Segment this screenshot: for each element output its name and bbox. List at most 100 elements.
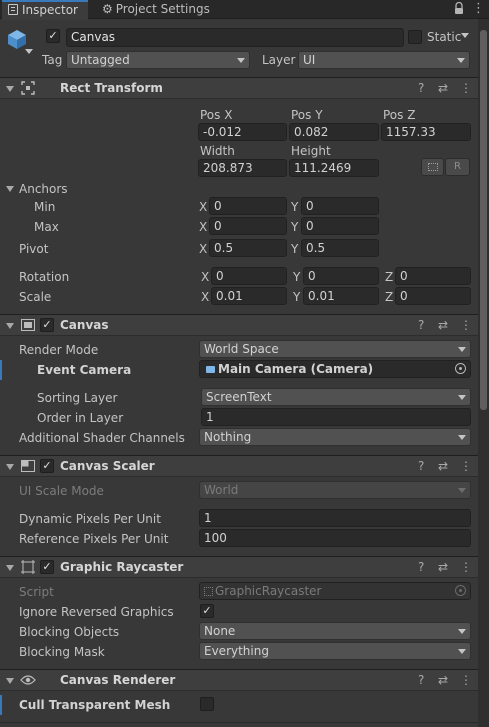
blocking-objects-dropdown[interactable]: None	[199, 622, 471, 640]
rotation-label: Rotation	[19, 270, 70, 284]
kebab-menu-icon[interactable]: ⋮	[460, 456, 472, 476]
fold-arrow-icon[interactable]	[6, 678, 14, 684]
y-label: Y	[293, 290, 301, 304]
cull-transparent-checkbox[interactable]	[200, 697, 214, 711]
help-icon[interactable]: ?	[418, 456, 424, 476]
eye-icon	[20, 674, 36, 686]
graphic-raycaster-enabled-checkbox[interactable]: ✓	[40, 560, 54, 574]
fold-arrow-icon[interactable]	[6, 565, 14, 571]
y-label: Y	[293, 270, 301, 284]
height-field[interactable]: 111.2469	[289, 159, 379, 177]
chevron-down-icon	[458, 395, 466, 400]
order-in-layer-field[interactable]: 1	[201, 408, 471, 426]
preset-sliders-icon[interactable]: ⇄	[438, 315, 448, 335]
shader-channels-label: Additional Shader Channels	[19, 431, 185, 445]
shader-channels-dropdown[interactable]: Nothing	[199, 428, 471, 446]
help-icon[interactable]: ?	[418, 315, 424, 335]
object-name-field[interactable]: Canvas	[66, 28, 404, 47]
anchors-fold-icon[interactable]	[6, 186, 14, 192]
preset-sliders-icon[interactable]: ⇄	[438, 456, 448, 476]
camera-icon	[206, 366, 215, 373]
raw-edit-label: R	[454, 161, 461, 172]
help-icon[interactable]: ?	[418, 670, 424, 690]
static-checkbox[interactable]	[408, 30, 422, 44]
tag-dropdown[interactable]: Untagged	[66, 51, 250, 69]
preset-sliders-icon[interactable]: ⇄	[438, 78, 448, 98]
kebab-menu-icon[interactable]: ⋮	[460, 315, 472, 335]
rotation-z-field[interactable]: 0	[395, 267, 471, 285]
layer-label: Layer	[262, 53, 296, 67]
kebab-menu-icon[interactable]: ⋮	[460, 557, 472, 577]
scale-x-field[interactable]: 0.01	[211, 287, 287, 305]
event-camera-value: Main Camera (Camera)	[218, 362, 374, 376]
pos-z-field[interactable]: 1157.33	[381, 123, 471, 141]
sorting-layer-dropdown[interactable]: ScreenText	[201, 388, 471, 406]
kebab-menu-icon[interactable]: ⋮	[460, 670, 472, 690]
render-mode-value: World Space	[204, 342, 279, 356]
scrollbar-thumb[interactable]	[480, 30, 487, 410]
scale-z-field[interactable]: 0	[395, 287, 471, 305]
script-field: GraphicRaycaster	[199, 582, 471, 600]
rotation-x-field[interactable]: 0	[211, 267, 287, 285]
help-icon[interactable]: ?	[418, 557, 424, 577]
shader-channels-value: Nothing	[204, 430, 252, 444]
preset-sliders-icon[interactable]: ⇄	[438, 557, 448, 577]
graphic-raycaster-title: Graphic Raycaster	[60, 560, 184, 574]
anchor-min-y-field[interactable]: 0	[301, 197, 379, 215]
chevron-down-icon	[457, 58, 465, 63]
canvas-component-icon	[21, 319, 35, 331]
scale-label: Scale	[19, 290, 52, 304]
pos-y-field[interactable]: 0.082	[289, 123, 379, 141]
anchor-max-label: Max	[34, 220, 59, 234]
reference-pixels-field[interactable]: 100	[199, 529, 471, 547]
rotation-y-field[interactable]: 0	[303, 267, 379, 285]
pivot-y-field[interactable]: 0.5	[301, 239, 379, 257]
pos-x-label: Pos X	[200, 108, 233, 122]
fold-arrow-icon[interactable]	[6, 86, 14, 92]
ignore-reversed-label: Ignore Reversed Graphics	[19, 605, 174, 619]
active-toggle[interactable]: ✓	[46, 29, 60, 43]
anchor-max-x-field[interactable]: 0	[209, 217, 287, 235]
lock-icon[interactable]	[453, 1, 465, 17]
chevron-down-icon	[458, 649, 466, 654]
x-label: X	[199, 220, 208, 234]
kebab-menu-icon[interactable]: ⋮	[472, 1, 485, 17]
blueprint-mode-button[interactable]	[421, 158, 444, 176]
tab-inspector[interactable]: Inspector	[2, 0, 88, 20]
help-icon[interactable]: ?	[418, 78, 424, 98]
blocking-mask-dropdown[interactable]: Everything	[199, 642, 471, 660]
object-picker-icon[interactable]	[455, 363, 466, 374]
event-camera-field[interactable]: Main Camera (Camera)	[199, 360, 471, 378]
static-dropdown-caret-icon[interactable]	[461, 33, 469, 38]
canvas-scaler-header[interactable]: ✓ Canvas Scaler ? ⇄ ⋮	[0, 455, 489, 477]
dynamic-pixels-field[interactable]: 1	[199, 509, 471, 527]
raw-edit-button[interactable]: R	[445, 158, 470, 176]
gear-icon: ⚙	[102, 2, 113, 16]
anchors-label[interactable]: Anchors	[19, 181, 68, 197]
canvas-scaler-enabled-checkbox[interactable]: ✓	[40, 459, 54, 473]
chevron-down-icon	[237, 58, 245, 63]
icon-dropdown-caret-icon[interactable]	[25, 49, 33, 54]
kebab-menu-icon[interactable]: ⋮	[460, 78, 472, 98]
width-field[interactable]: 208.873	[198, 159, 287, 177]
ui-scale-mode-dropdown: World	[199, 481, 471, 499]
preset-sliders-icon[interactable]: ⇄	[438, 670, 448, 690]
fold-arrow-icon[interactable]	[6, 323, 14, 329]
canvas-enabled-checkbox[interactable]: ✓	[40, 318, 54, 332]
anchor-min-x-field[interactable]: 0	[209, 197, 287, 215]
pos-x-field[interactable]: -0.012	[198, 123, 287, 141]
canvas-renderer-header[interactable]: Canvas Renderer ? ⇄ ⋮	[0, 669, 489, 691]
canvas-renderer-title: Canvas Renderer	[60, 673, 176, 687]
graphic-raycaster-header[interactable]: ✓ Graphic Raycaster ? ⇄ ⋮	[0, 556, 489, 578]
canvas-header[interactable]: ✓ Canvas ? ⇄ ⋮	[0, 314, 489, 336]
fold-arrow-icon[interactable]	[6, 464, 14, 470]
rect-transform-header[interactable]: Rect Transform ? ⇄ ⋮	[0, 77, 489, 99]
ignore-reversed-checkbox[interactable]: ✓	[200, 604, 214, 618]
pivot-x-field[interactable]: 0.5	[209, 239, 287, 257]
tab-project-settings[interactable]: ⚙ Project Settings	[96, 0, 226, 19]
width-label: Width	[200, 144, 235, 158]
anchor-max-y-field[interactable]: 0	[301, 217, 379, 235]
layer-dropdown[interactable]: UI	[298, 51, 470, 69]
scale-y-field[interactable]: 0.01	[303, 287, 379, 305]
render-mode-dropdown[interactable]: World Space	[199, 340, 471, 358]
